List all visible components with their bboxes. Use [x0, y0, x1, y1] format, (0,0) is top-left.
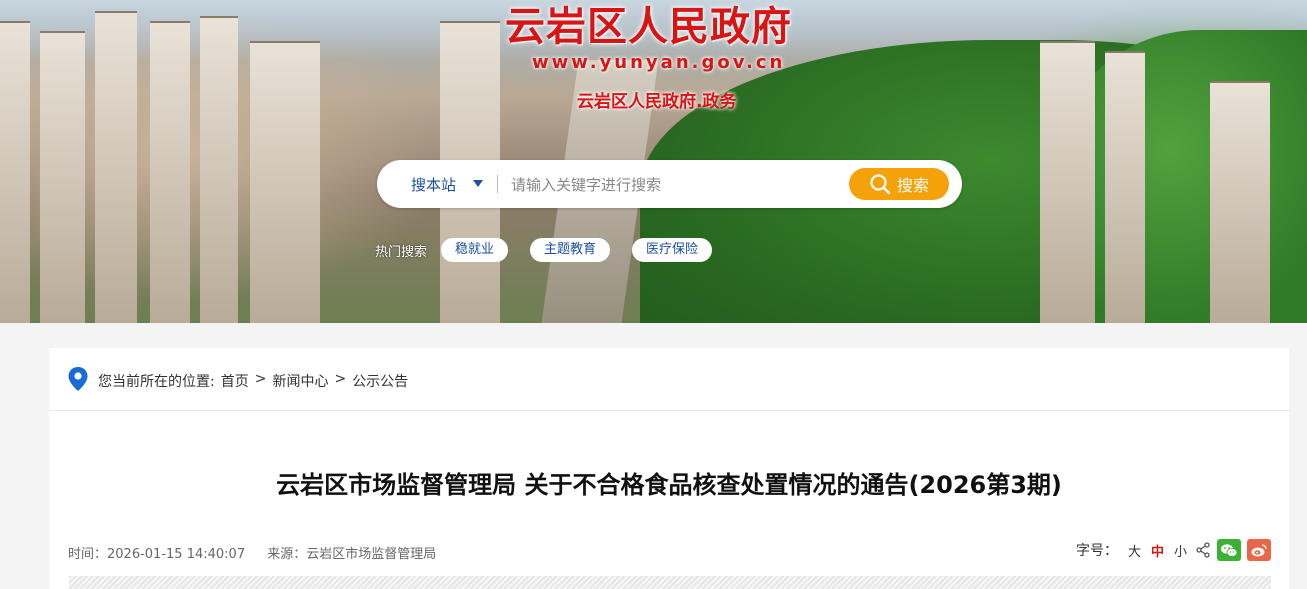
article-tools: 字号： 大 中 小 — [1076, 539, 1271, 561]
banner-building — [1210, 81, 1270, 323]
source-label: 来源： — [267, 547, 307, 562]
banner-building — [0, 21, 30, 323]
source-value: 云岩区市场监督管理局 — [306, 547, 437, 562]
banner-building — [40, 31, 85, 323]
location-pin-icon — [68, 367, 88, 391]
search-bar: 搜本站 搜索 — [377, 160, 962, 208]
breadcrumb-home[interactable]: 首页 — [221, 371, 249, 391]
breadcrumb-separator: > — [334, 371, 347, 387]
site-subtitle: 云岩区人民政府.政务 — [577, 92, 737, 112]
hot-search-label: 热门搜索 — [375, 244, 428, 260]
breadcrumb-separator: > — [254, 371, 267, 387]
article-source: 来源：云岩区市场监督管理局 — [267, 547, 436, 562]
article-meta: 时间：2026-01-15 14:40:07 来源：云岩区市场监督管理局 — [68, 543, 454, 562]
banner-building — [250, 41, 320, 323]
hot-tag[interactable]: 主题教育 — [530, 238, 611, 262]
article-title: 云岩区市场监督管理局 关于不合格食品核查处置情况的通告(2026第3期) — [276, 471, 1062, 499]
banner-building — [1040, 41, 1095, 323]
site-title: 云岩区人民政府 — [505, 3, 792, 50]
search-button[interactable]: 搜索 — [849, 168, 949, 200]
header-banner: 云岩区人民政府 www.yunyan.gov.cn 云岩区人民政府.政务 搜本站… — [0, 0, 1307, 323]
breadcrumb-announcements[interactable]: 公示公告 — [352, 371, 408, 391]
search-input[interactable] — [509, 170, 843, 200]
search-scope-select[interactable]: 搜本站 — [411, 174, 456, 195]
divider — [497, 175, 498, 193]
breadcrumb-news-center[interactable]: 新闻中心 — [272, 371, 328, 391]
banner-building — [95, 11, 137, 323]
search-icon — [870, 174, 891, 195]
font-size-label: 字号： — [1075, 543, 1118, 559]
search-button-label: 搜索 — [896, 176, 929, 195]
banner-building — [150, 21, 190, 323]
hot-tag[interactable]: 稳就业 — [441, 238, 509, 262]
banner-building — [1105, 51, 1145, 323]
wechat-icon — [1221, 543, 1238, 557]
article-panel: 云岩区市场监督管理局 关于不合格食品核查处置情况的通告(2026第3期) 时间：… — [49, 411, 1289, 589]
weibo-icon — [1251, 543, 1267, 556]
font-size-medium[interactable]: 中 — [1151, 541, 1164, 560]
weibo-share-button[interactable] — [1247, 539, 1271, 561]
site-url: www.yunyan.gov.cn — [532, 52, 786, 73]
breadcrumb: 您当前所在的位置: 首页 > 新闻中心 > 公示公告 — [49, 348, 1289, 411]
share-icon[interactable] — [1195, 542, 1211, 558]
time-value: 2026-01-15 14:40:07 — [107, 547, 246, 562]
wechat-share-button[interactable] — [1217, 539, 1241, 561]
hot-search: 热门搜索 稳就业 主题教育 医疗保险 — [375, 237, 734, 263]
content-divider — [69, 576, 1271, 589]
time-label: 时间： — [68, 547, 108, 562]
font-size-small[interactable]: 小 — [1174, 541, 1187, 560]
publish-time: 时间：2026-01-15 14:40:07 — [68, 547, 245, 562]
banner-building — [200, 16, 238, 323]
breadcrumb-prefix: 您当前所在的位置: — [98, 374, 215, 390]
font-size-large[interactable]: 大 — [1128, 541, 1141, 560]
chevron-down-icon[interactable] — [473, 180, 483, 187]
hot-tag[interactable]: 医疗保险 — [632, 238, 713, 262]
